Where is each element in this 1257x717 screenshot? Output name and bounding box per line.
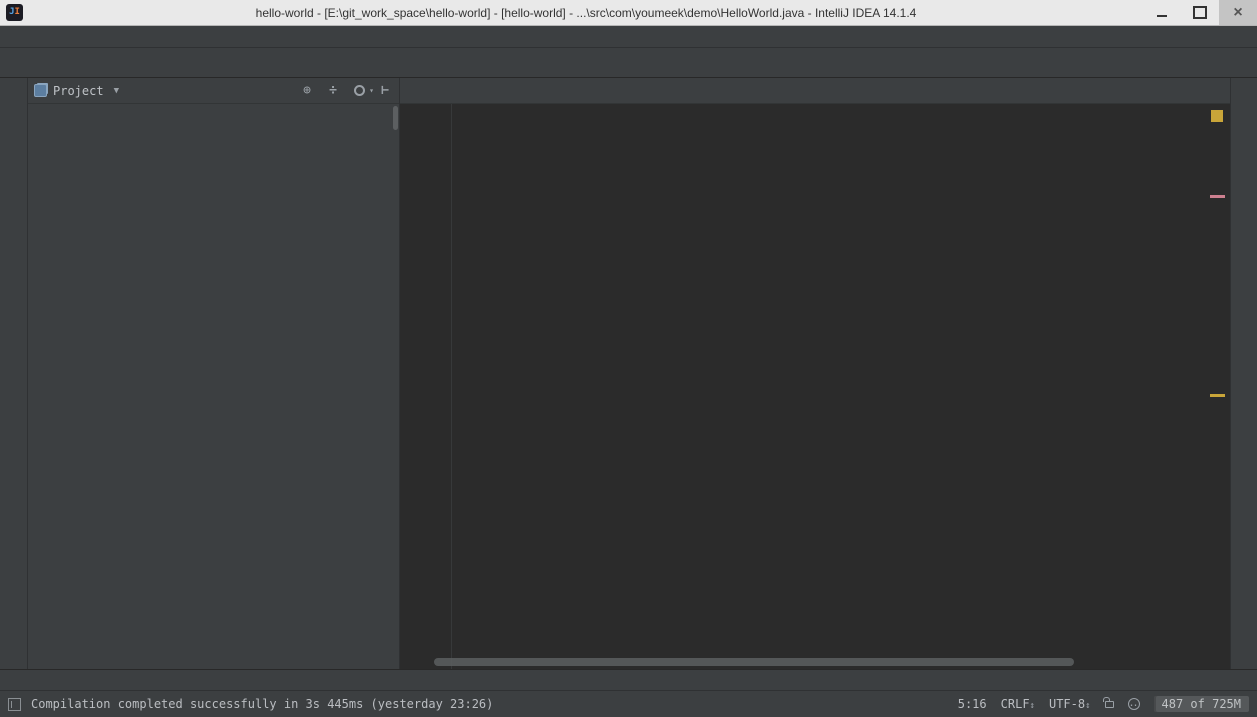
title-bar: JI hello-world - [E:\git_work_space\hell…: [0, 0, 1257, 26]
editor-code[interactable]: [452, 104, 1230, 669]
gear-icon[interactable]: [351, 83, 374, 99]
caret-position[interactable]: 5:16: [958, 697, 987, 711]
editor-body[interactable]: [400, 104, 1230, 669]
intellij-logo-icon: JI: [6, 4, 23, 21]
inspection-status-icon[interactable]: [1211, 110, 1223, 122]
chevron-down-icon[interactable]: ▼: [114, 86, 119, 96]
updown-icon: ↕: [1085, 701, 1091, 711]
project-panel-header: Project ▼: [28, 78, 399, 104]
editor-tab-bar: [400, 78, 1230, 104]
error-stripe-warning-mark[interactable]: [1210, 195, 1225, 198]
unlock-icon[interactable]: [1102, 696, 1114, 708]
encoding-selector[interactable]: UTF-8↕: [1049, 697, 1091, 711]
main-area: Project ▼: [0, 78, 1257, 669]
main-toolbar: [0, 48, 1257, 78]
tree-scrollbar[interactable]: [393, 106, 398, 130]
menu-bar: [0, 26, 1257, 48]
status-bar: Compilation completed successfully in 3s…: [0, 690, 1257, 717]
window-title: hello-world - [E:\git_work_space\hello-w…: [255, 5, 917, 20]
locate-file-icon[interactable]: [299, 83, 315, 99]
horizontal-scrollbar[interactable]: [434, 658, 1074, 666]
project-panel-title[interactable]: Project: [53, 84, 104, 98]
minimize-button[interactable]: [1143, 0, 1181, 25]
editor-gutter: [400, 104, 452, 669]
hide-panel-icon[interactable]: [377, 83, 393, 99]
right-tool-stripe: [1230, 78, 1257, 669]
close-button[interactable]: [1219, 0, 1257, 25]
error-stripe-highlight-mark[interactable]: [1210, 394, 1225, 397]
maximize-button[interactable]: [1181, 0, 1219, 25]
toggle-panels-icon[interactable]: [8, 697, 21, 711]
hector-inspector-icon[interactable]: [1127, 695, 1140, 710]
status-message: Compilation completed successfully in 3s…: [31, 697, 494, 711]
left-tool-stripe: [0, 78, 28, 669]
collapse-all-icon[interactable]: [325, 83, 341, 99]
line-ending-selector[interactable]: CRLF↕: [1001, 697, 1035, 711]
intellij-idea-window: JI hello-world - [E:\git_work_space\hell…: [0, 0, 1257, 717]
tool-window-bar: [0, 669, 1257, 690]
editor-area: [400, 78, 1230, 669]
project-panel-icon: [34, 84, 47, 97]
updown-icon: ↕: [1029, 701, 1035, 711]
memory-indicator[interactable]: 487 of 725M: [1153, 696, 1249, 712]
project-panel: Project ▼: [28, 78, 400, 669]
project-tree: [28, 104, 399, 669]
